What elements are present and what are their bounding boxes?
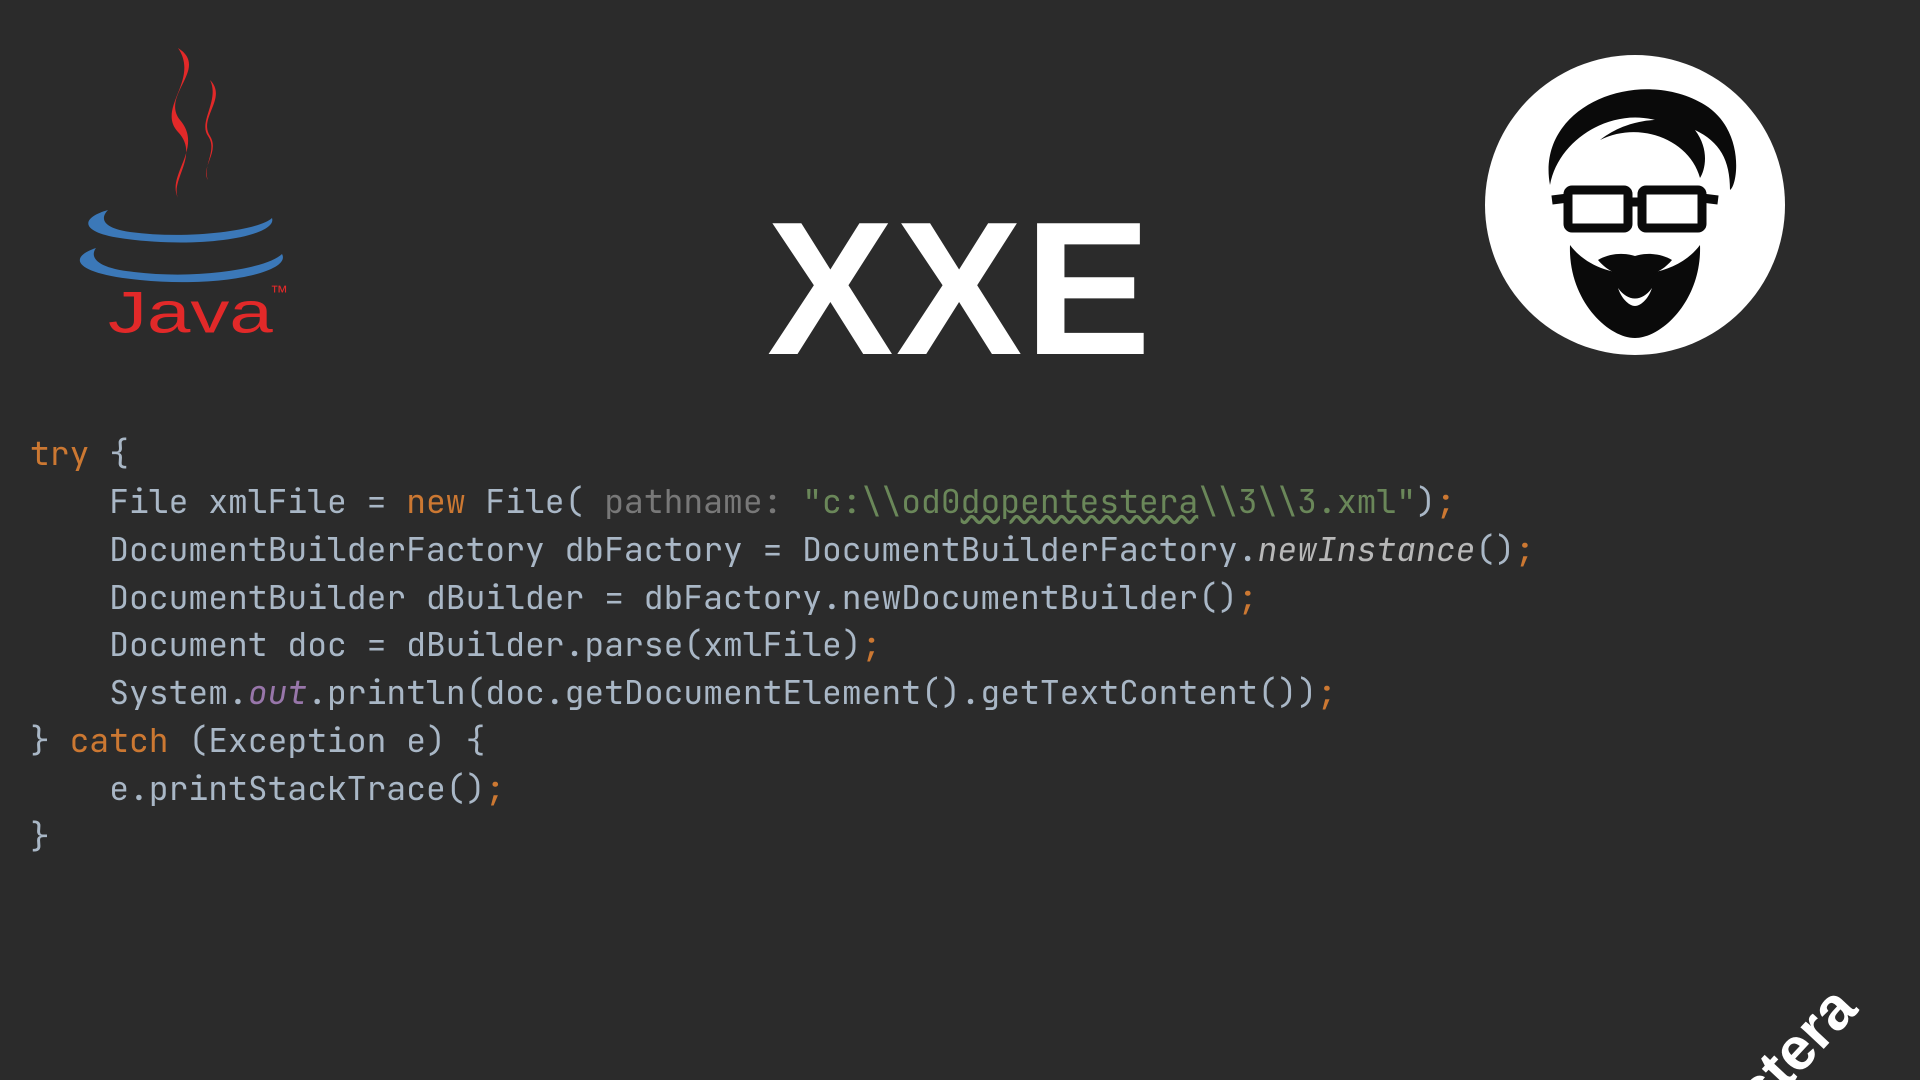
avatar-logo bbox=[1480, 50, 1790, 360]
java-wordmark: Java bbox=[108, 280, 273, 340]
code-snippet: try { File xmlFile = new File( pathname:… bbox=[30, 430, 1535, 861]
svg-text:™: ™ bbox=[270, 282, 288, 302]
hashtag-watermark: #od0dopentestera bbox=[1467, 973, 1870, 1080]
page-title: XXE bbox=[767, 180, 1153, 398]
java-logo: Java ™ bbox=[60, 40, 300, 340]
